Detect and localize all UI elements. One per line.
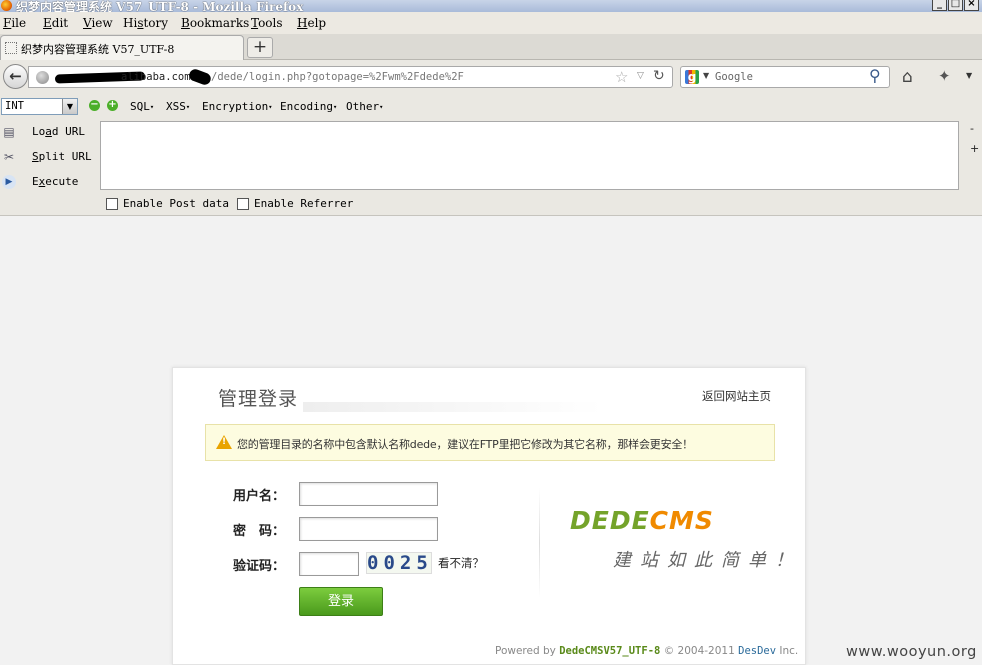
site-identity-icon[interactable] bbox=[36, 71, 49, 84]
execute-icon: ▶ bbox=[2, 175, 16, 189]
split-url-button[interactable]: ✂ Split URL bbox=[0, 147, 100, 169]
page-content: 管理登录 返回网站主页 您的管理目录的名称中包含默认名称dede，建议在FTP里… bbox=[0, 216, 982, 665]
search-placeholder: Google bbox=[715, 71, 753, 83]
split-url-icon: ✂ bbox=[3, 150, 15, 164]
security-notice: 您的管理目录的名称中包含默认名称dede，建议在FTP里把它修改为其它名称，那样… bbox=[205, 424, 775, 461]
expand-textarea-button[interactable]: + bbox=[970, 142, 979, 155]
captcha-label: 验证码： bbox=[233, 559, 286, 574]
login-panel: 管理登录 返回网站主页 您的管理目录的名称中包含默认名称dede，建议在FTP里… bbox=[172, 367, 806, 665]
hackbar-menu-sql[interactable]: SQL▾ bbox=[130, 100, 154, 113]
menu-edit[interactable]: Edit bbox=[43, 16, 68, 30]
menu-history[interactable]: History bbox=[123, 16, 168, 30]
url-path: /dede/login.php?gotopage=%2Fwm%2Fdede%2F bbox=[211, 71, 464, 83]
decrease-icon[interactable]: − bbox=[89, 100, 100, 111]
captcha-field[interactable] bbox=[299, 552, 359, 576]
search-icon[interactable]: ⚲ bbox=[869, 66, 881, 85]
username-label: 用户名： bbox=[233, 489, 286, 504]
navigation-toolbar: ← alibaba.com /dede/login.php?gotopage=%… bbox=[0, 60, 982, 94]
captcha-image[interactable]: 0025 bbox=[366, 552, 432, 574]
back-button[interactable]: ← bbox=[3, 64, 28, 89]
minimize-button[interactable]: _ bbox=[932, 0, 947, 11]
checkbox-box[interactable] bbox=[237, 198, 249, 210]
hackbar-menu-xss[interactable]: XSS▾ bbox=[166, 100, 190, 113]
tab-title: 织梦内容管理系统 V57_UTF-8 bbox=[21, 43, 175, 56]
menu-file[interactable]: File bbox=[3, 16, 26, 30]
menu-view[interactable]: View bbox=[83, 16, 113, 30]
bookmark-star-icon[interactable]: ☆ bbox=[615, 68, 628, 86]
redaction-mark bbox=[187, 67, 213, 87]
load-url-icon: ▤ bbox=[3, 125, 15, 139]
checkbox-box[interactable] bbox=[106, 198, 118, 210]
search-bar[interactable]: g ▼ Google ⚲ bbox=[680, 66, 890, 88]
new-tab-button[interactable]: + bbox=[247, 37, 273, 58]
tab-strip: 织梦内容管理系统 V57_UTF-8 + bbox=[0, 34, 982, 60]
login-button[interactable]: 登录 bbox=[299, 587, 383, 616]
url-bar[interactable]: alibaba.com /dede/login.php?gotopage=%2F… bbox=[28, 66, 673, 88]
addon-icon[interactable]: ✦ bbox=[938, 67, 951, 85]
back-to-home-link[interactable]: 返回网站主页 bbox=[702, 388, 771, 404]
window-titlebar: 织梦内容管理系统 V57_UTF-8 - Mozilla Firefox _ □… bbox=[0, 0, 982, 12]
google-icon[interactable]: g bbox=[685, 70, 699, 84]
close-button[interactable]: × bbox=[964, 0, 979, 11]
watermark: www.wooyun.org bbox=[846, 644, 977, 660]
menu-bar: File Edit View History Bookmarks Tools H… bbox=[0, 12, 982, 34]
checkbox-label: Enable Post data bbox=[123, 197, 229, 210]
menu-bookmarks[interactable]: Bookmarks bbox=[181, 16, 249, 30]
maximize-button[interactable]: □ bbox=[948, 0, 963, 11]
hackbar-menu-other[interactable]: Other▾ bbox=[346, 100, 383, 113]
captcha-refresh-link[interactable]: 看不清？ bbox=[438, 555, 484, 571]
url-history-dropdown-icon[interactable]: ▽ bbox=[637, 71, 644, 81]
home-icon[interactable]: ⌂ bbox=[902, 67, 913, 87]
type-select-value: INT bbox=[5, 100, 24, 112]
hackbar-toolbar: INT ▼ − + SQL▾ XSS▾ Encryption▾ Encoding… bbox=[0, 94, 982, 216]
tab-dedecms-login[interactable]: 织梦内容管理系统 V57_UTF-8 bbox=[0, 35, 244, 60]
header-shadow bbox=[303, 402, 603, 412]
load-url-button[interactable]: ▤ Load URL bbox=[0, 122, 100, 144]
search-engine-dropdown-icon[interactable]: ▼ bbox=[703, 71, 709, 80]
firefox-logo-icon bbox=[1, 0, 12, 11]
increase-icon[interactable]: + bbox=[107, 100, 118, 111]
toolbar-menu-dropdown-icon[interactable]: ▼ bbox=[966, 71, 972, 80]
hackbar-menu-encoding[interactable]: Encoding▾ bbox=[280, 100, 337, 113]
username-field[interactable] bbox=[299, 482, 438, 506]
footer-company-link[interactable]: DesDev bbox=[738, 645, 776, 657]
warning-icon bbox=[216, 435, 232, 449]
menu-tools[interactable]: Tools bbox=[251, 16, 283, 30]
password-field[interactable] bbox=[299, 517, 438, 541]
checkbox-label: Enable Referrer bbox=[254, 197, 354, 210]
hackbar-url-textarea[interactable] bbox=[100, 121, 959, 190]
chevron-down-icon[interactable]: ▼ bbox=[62, 99, 77, 114]
login-title: 管理登录 bbox=[218, 388, 299, 410]
footer: Powered by DedeCMSV57_UTF-8 © 2004-2011 … bbox=[495, 645, 799, 657]
notice-text: 您的管理目录的名称中包含默认名称dede，建议在FTP里把它修改为其它名称，那样… bbox=[237, 438, 693, 451]
slogan: 建站如此简单！ bbox=[613, 550, 802, 571]
type-select[interactable]: INT ▼ bbox=[1, 98, 78, 115]
menu-help[interactable]: Help bbox=[297, 16, 326, 30]
hackbar-menu-encryption[interactable]: Encryption▾ bbox=[202, 100, 272, 113]
execute-button[interactable]: ▶ Execute bbox=[0, 172, 100, 194]
footer-product-link[interactable]: DedeCMSV57_UTF-8 bbox=[559, 645, 660, 657]
dedecms-logo: DEDECMS bbox=[570, 506, 714, 535]
reload-icon[interactable]: ↻ bbox=[653, 68, 665, 84]
shrink-textarea-button[interactable]: - bbox=[970, 122, 974, 135]
password-label: 密 码： bbox=[233, 524, 286, 539]
page-favicon-icon bbox=[5, 42, 17, 54]
window-title: 织梦内容管理系统 V57_UTF-8 - Mozilla Firefox bbox=[16, 0, 304, 12]
url-host: alibaba.com bbox=[121, 71, 191, 83]
divider bbox=[539, 488, 540, 598]
